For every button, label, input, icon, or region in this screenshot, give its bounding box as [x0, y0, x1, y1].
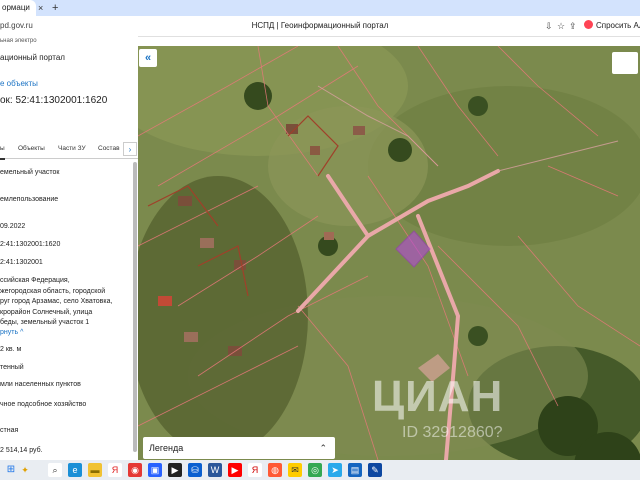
- download-icon[interactable]: ⇩: [545, 20, 553, 32]
- field-ownership: стная: [0, 427, 19, 434]
- search-app-icon[interactable]: ⌕: [48, 463, 62, 477]
- address-line: жегородская область, городской: [0, 287, 106, 295]
- field-cadastral-cost: 2 514,14 руб.: [0, 447, 43, 454]
- field-status: тенный: [0, 364, 24, 371]
- legend-label: Легенда: [149, 443, 184, 453]
- watermark-id: ID 32912860?: [402, 424, 503, 441]
- close-tab-icon[interactable]: ×: [38, 0, 43, 16]
- cian-watermark: ЦИАН: [372, 372, 504, 421]
- field-object-type: емельный участок: [0, 169, 60, 176]
- portal-title: ационный портал: [0, 53, 65, 62]
- address-line: беды, земельный участок 1: [0, 319, 90, 326]
- photos-app-icon[interactable]: ▣: [148, 463, 162, 477]
- telegram-app-icon[interactable]: ➤: [328, 463, 342, 477]
- collapse-label: рнуть: [0, 329, 19, 336]
- mail-app-icon[interactable]: ✉: [288, 463, 302, 477]
- field-address: ссийская Федерация, жегородская область,…: [0, 276, 132, 329]
- browser-tab[interactable]: ормаци: [0, 0, 36, 16]
- field-usage: емлепользование: [0, 196, 59, 203]
- yandex-app-icon[interactable]: Я: [108, 463, 122, 477]
- edge-app-icon[interactable]: e: [68, 463, 82, 477]
- alice-app-icon[interactable]: ◍: [268, 463, 282, 477]
- ask-alice-button[interactable]: Спросить Али: [584, 19, 640, 33]
- legend-dropdown[interactable]: Легенда ⌃: [143, 437, 335, 459]
- field-date: 09.2022: [0, 223, 26, 230]
- yandex-browser-icon[interactable]: Я: [248, 463, 262, 477]
- sparkle-icon[interactable]: ✦: [18, 463, 32, 477]
- chevron-up-icon: ^: [20, 329, 24, 336]
- tab-objects[interactable]: Объекты: [18, 140, 45, 158]
- bookmark-icon[interactable]: ☆: [557, 20, 565, 32]
- address-line: крорайон Солнечный, улица: [0, 308, 93, 316]
- satellite-map[interactable]: ЦИАН ID 32912860?: [138, 46, 640, 460]
- field-area: 2 кв. м: [0, 346, 22, 353]
- field-cadastral-number: 2:41:1302001:1620: [0, 241, 61, 248]
- page-title: НСПД | Геоинформационный портал: [251, 21, 389, 30]
- address-bar: pd.gov.ru НСПД | Геоинформационный порта…: [0, 16, 640, 37]
- panel-tabs: ы Объекты Части ЗУ Состав ›: [0, 140, 138, 160]
- field-cadastral-quarter: 2:41:1302001: [0, 259, 43, 266]
- word-app-icon[interactable]: W: [208, 463, 222, 477]
- tab-parts[interactable]: Части ЗУ: [58, 140, 86, 158]
- share-icon[interactable]: ⇪: [569, 20, 577, 32]
- chevron-updown-icon: ⌃: [319, 443, 327, 453]
- object-info-panel: ьная электро ационный портал е объекты о…: [0, 36, 138, 460]
- tab-composition[interactable]: Состав: [98, 140, 120, 158]
- cadastral-title: ок: 52:41:1302001:1620: [0, 95, 108, 106]
- objects-link[interactable]: е объекты: [0, 79, 38, 88]
- alice-icon: [584, 20, 593, 30]
- map-tool-button[interactable]: [612, 52, 638, 74]
- ask-alice-label: Спросить Али: [596, 21, 640, 30]
- browser-app-icon[interactable]: ◉: [128, 463, 142, 477]
- start-icon[interactable]: ⊞: [4, 463, 18, 477]
- chrome-app-icon[interactable]: ◎: [308, 463, 322, 477]
- address-line: руг город Арзамас, село Хватовка,: [0, 298, 113, 305]
- folder-app-icon[interactable]: ▬: [88, 463, 102, 477]
- address-line: ссийская Федерация,: [0, 277, 70, 284]
- new-tab-button[interactable]: +: [52, 0, 58, 16]
- collapse-panel-button[interactable]: «: [139, 49, 157, 67]
- panel-scrollbar[interactable]: [133, 162, 137, 452]
- taskbar: ⊞ ✦ ⌕ e ▬ Я ◉ ▣ ▶ ⛁ W ▶ Я ◍ ✉ ◎ ➤ ▤ ✎: [0, 460, 640, 480]
- breadcrumb[interactable]: ьная электро: [0, 38, 37, 44]
- collapse-address-link[interactable]: рнуть ^: [0, 328, 23, 338]
- notes-app-icon[interactable]: ▤: [348, 463, 362, 477]
- tool-app-icon[interactable]: ✎: [368, 463, 382, 477]
- browser-tab-title: ормаци: [2, 3, 30, 12]
- field-land-category: мли населенных пунктов: [0, 381, 81, 388]
- store-app-icon[interactable]: ⛁: [188, 463, 202, 477]
- tabs-scroll-right-icon[interactable]: ›: [123, 142, 137, 156]
- tab-info[interactable]: ы: [0, 140, 5, 160]
- media-app-icon[interactable]: ▶: [168, 463, 182, 477]
- browser-tab-strip: ормаци × +: [0, 0, 640, 16]
- field-permitted-use: чное подсобное хозяйство: [0, 401, 87, 408]
- video-app-icon[interactable]: ▶: [228, 463, 242, 477]
